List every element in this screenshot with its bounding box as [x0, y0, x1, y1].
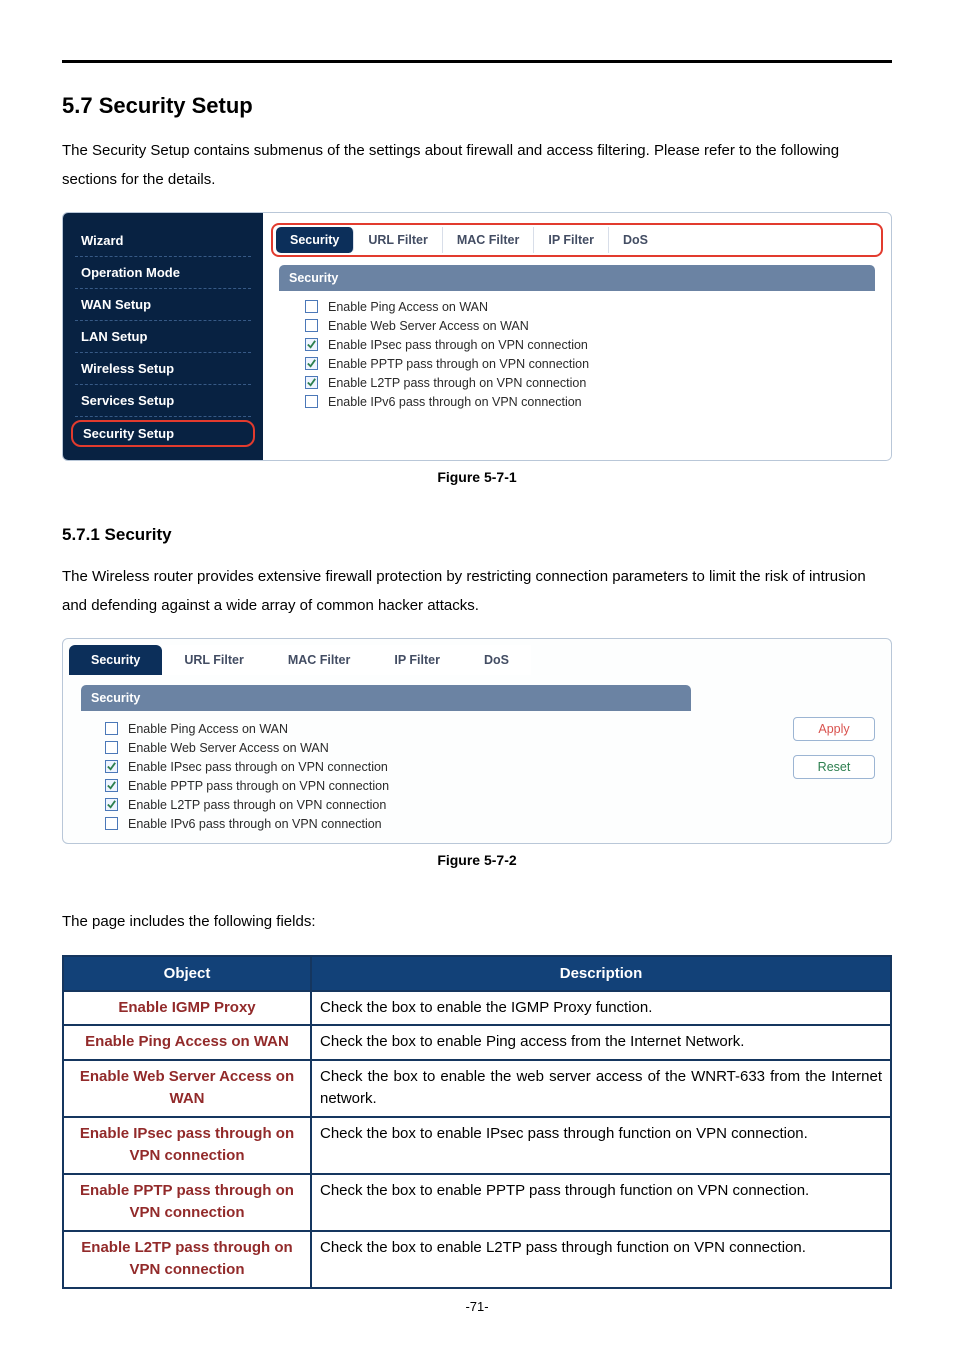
tab-dos[interactable]: DoS — [462, 645, 531, 675]
checkbox-icon[interactable] — [305, 357, 318, 370]
fig1-option: Enable Web Server Access on WAN — [305, 316, 883, 335]
checkbox-icon[interactable] — [305, 300, 318, 313]
fig1-option: Enable Ping Access on WAN — [305, 297, 883, 316]
fig2-option: Enable PPTP pass through on VPN connecti… — [105, 776, 785, 795]
option-label: Enable L2TP pass through on VPN connecti… — [128, 798, 386, 812]
tab-mac-filter[interactable]: MAC Filter — [266, 645, 373, 675]
option-label: Enable L2TP pass through on VPN connecti… — [328, 376, 586, 390]
description-cell: Check the box to enable IPsec pass throu… — [311, 1117, 891, 1174]
checkbox-icon[interactable] — [105, 741, 118, 754]
object-cell: Enable Web Server Access on WAN — [63, 1060, 311, 1117]
tab-mac-filter[interactable]: MAC Filter — [443, 227, 535, 253]
option-label: Enable IPsec pass through on VPN connect… — [128, 760, 388, 774]
figure1-right-pane: Security URL Filter MAC Filter IP Filter… — [263, 213, 891, 460]
checkbox-icon[interactable] — [105, 798, 118, 811]
figure2-option-list: Enable Ping Access on WAN Enable Web Serv… — [69, 711, 785, 833]
table-row: Enable IPsec pass through on VPN connect… — [63, 1117, 891, 1174]
checkbox-icon[interactable] — [305, 338, 318, 351]
fields-intro: The page includes the following fields: — [62, 908, 892, 937]
object-cell: Enable IGMP Proxy — [63, 991, 311, 1026]
table-row: Enable Web Server Access on WANCheck the… — [63, 1060, 891, 1117]
description-cell: Check the box to enable L2TP pass throug… — [311, 1231, 891, 1288]
figure1-option-list: Enable Ping Access on WAN Enable Web Serv… — [271, 291, 883, 415]
fig2-option: Enable IPv6 pass through on VPN connecti… — [105, 814, 785, 833]
figure2-tabbar: Security URL Filter MAC Filter IP Filter… — [69, 645, 885, 675]
router-sidebar: Wizard Operation Mode WAN Setup LAN Setu… — [63, 213, 263, 460]
sidebar-item-security-setup[interactable]: Security Setup — [71, 420, 255, 447]
option-label: Enable Web Server Access on WAN — [328, 319, 529, 333]
checkbox-icon[interactable] — [305, 376, 318, 389]
sidebar-item-lan-setup[interactable]: LAN Setup — [63, 323, 263, 350]
tab-ip-filter[interactable]: IP Filter — [372, 645, 462, 675]
figure-5-7-2: Security URL Filter MAC Filter IP Filter… — [62, 638, 892, 844]
figure-5-7-1: Wizard Operation Mode WAN Setup LAN Setu… — [62, 212, 892, 461]
tab-security[interactable]: Security — [69, 645, 162, 675]
section-heading: 5.7 Security Setup — [62, 93, 892, 119]
fields-table: Object Description Enable IGMP ProxyChec… — [62, 955, 892, 1289]
object-cell: Enable PPTP pass through on VPN connecti… — [63, 1174, 311, 1231]
fig2-option: Enable Web Server Access on WAN — [105, 738, 785, 757]
table-row: Enable IGMP ProxyCheck the box to enable… — [63, 991, 891, 1026]
panel-title-security: Security — [279, 265, 875, 291]
col-description: Description — [311, 956, 891, 991]
option-label: Enable Web Server Access on WAN — [128, 741, 329, 755]
checkbox-icon[interactable] — [105, 722, 118, 735]
fig2-option: Enable Ping Access on WAN — [105, 719, 785, 738]
checkbox-icon[interactable] — [105, 779, 118, 792]
sidebar-item-operation-mode[interactable]: Operation Mode — [63, 259, 263, 286]
reset-button[interactable]: Reset — [793, 755, 875, 779]
description-cell: Check the box to enable the IGMP Proxy f… — [311, 991, 891, 1026]
figure1-tabbar: Security URL Filter MAC Filter IP Filter… — [271, 223, 883, 257]
subsection-heading: 5.7.1 Security — [62, 525, 892, 545]
tab-security[interactable]: Security — [276, 227, 354, 253]
sidebar-item-wan-setup[interactable]: WAN Setup — [63, 291, 263, 318]
checkbox-icon[interactable] — [305, 395, 318, 408]
top-rule — [62, 60, 892, 63]
col-object: Object — [63, 956, 311, 991]
object-cell: Enable Ping Access on WAN — [63, 1025, 311, 1060]
option-label: Enable Ping Access on WAN — [328, 300, 488, 314]
description-cell: Check the box to enable PPTP pass throug… — [311, 1174, 891, 1231]
fig1-option: Enable L2TP pass through on VPN connecti… — [305, 373, 883, 392]
checkbox-icon[interactable] — [105, 817, 118, 830]
subsection-body: The Wireless router provides extensive f… — [62, 563, 892, 620]
section-intro: The Security Setup contains submenus of … — [62, 137, 892, 194]
object-cell: Enable L2TP pass through on VPN connecti… — [63, 1231, 311, 1288]
checkbox-icon[interactable] — [105, 760, 118, 773]
tab-dos[interactable]: DoS — [609, 227, 662, 253]
table-row: Enable Ping Access on WANCheck the box t… — [63, 1025, 891, 1060]
option-label: Enable Ping Access on WAN — [128, 722, 288, 736]
fig2-option: Enable L2TP pass through on VPN connecti… — [105, 795, 785, 814]
object-cell: Enable IPsec pass through on VPN connect… — [63, 1117, 311, 1174]
tab-url-filter[interactable]: URL Filter — [354, 227, 443, 253]
tab-url-filter[interactable]: URL Filter — [162, 645, 266, 675]
apply-button[interactable]: Apply — [793, 717, 875, 741]
fig1-option: Enable PPTP pass through on VPN connecti… — [305, 354, 883, 373]
fig1-option: Enable IPv6 pass through on VPN connecti… — [305, 392, 883, 411]
description-cell: Check the box to enable Ping access from… — [311, 1025, 891, 1060]
option-label: Enable PPTP pass through on VPN connecti… — [328, 357, 589, 371]
table-row: Enable PPTP pass through on VPN connecti… — [63, 1174, 891, 1231]
option-label: Enable IPv6 pass through on VPN connecti… — [128, 817, 382, 831]
fig2-option: Enable IPsec pass through on VPN connect… — [105, 757, 785, 776]
sidebar-item-services-setup[interactable]: Services Setup — [63, 387, 263, 414]
description-cell: Check the box to enable the web server a… — [311, 1060, 891, 1117]
page-number: -71- — [62, 1299, 892, 1314]
panel-title-security: Security — [81, 685, 691, 711]
table-row: Enable L2TP pass through on VPN connecti… — [63, 1231, 891, 1288]
figure2-button-column: Apply Reset — [785, 711, 885, 779]
figure-caption-5-7-1: Figure 5-7-1 — [62, 469, 892, 485]
fig1-option: Enable IPsec pass through on VPN connect… — [305, 335, 883, 354]
option-label: Enable IPv6 pass through on VPN connecti… — [328, 395, 582, 409]
option-label: Enable IPsec pass through on VPN connect… — [328, 338, 588, 352]
figure-caption-5-7-2: Figure 5-7-2 — [62, 852, 892, 868]
sidebar-item-wireless-setup[interactable]: Wireless Setup — [63, 355, 263, 382]
tab-ip-filter[interactable]: IP Filter — [534, 227, 609, 253]
checkbox-icon[interactable] — [305, 319, 318, 332]
sidebar-wizard[interactable]: Wizard — [63, 227, 263, 254]
option-label: Enable PPTP pass through on VPN connecti… — [128, 779, 389, 793]
